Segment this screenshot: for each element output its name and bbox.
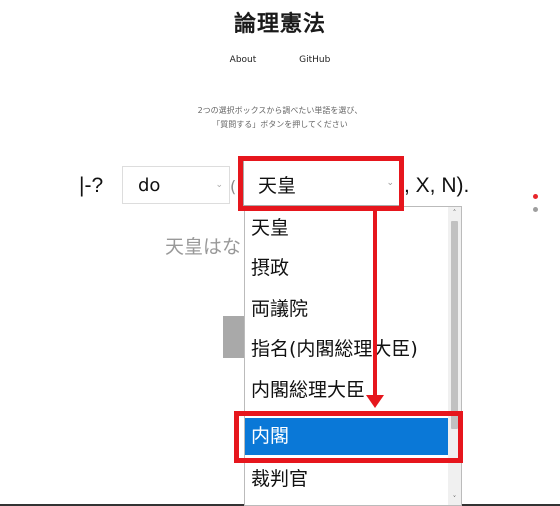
gray-dot-indicator: [533, 207, 538, 212]
dropdown-option[interactable]: 内閣総理大臣: [245, 372, 449, 409]
query-suffix: , X, N).: [404, 174, 470, 197]
result-text: 天皇はな: [165, 236, 242, 258]
site-title: 論理憲法: [233, 12, 326, 37]
highlight-box-option: [234, 411, 463, 463]
chevron-down-icon: ⌄: [215, 180, 223, 190]
red-dot-indicator: [533, 194, 538, 199]
highlight-box-select: [238, 156, 404, 211]
dropdown-option[interactable]: 天皇: [245, 210, 449, 247]
scroll-down-arrow-icon[interactable]: ˅: [448, 493, 461, 505]
scroll-up-arrow-icon[interactable]: ˄: [448, 207, 461, 219]
instructions-line-2: 「質問する」ボタンを押してください: [212, 120, 348, 129]
dropdown-option[interactable]: 指名(内閣総理大臣): [245, 331, 449, 368]
query-prefix: |-?: [79, 174, 104, 197]
annotation-arrow-shaft: [373, 211, 377, 395]
dropdown-option[interactable]: 両議院: [245, 291, 449, 328]
predicate-select-value: do: [138, 175, 161, 196]
nav-about-link[interactable]: About: [230, 55, 257, 65]
instructions: 2つの選択ボックスから調べたい単語を選び、 「質問する」ボタンを押してください: [0, 104, 560, 132]
instructions-line-1: 2つの選択ボックスから調べたい単語を選び、: [197, 106, 363, 115]
top-nav: About GitHub: [0, 55, 560, 65]
open-paren: (: [230, 177, 237, 196]
dropdown-option[interactable]: 摂政: [245, 250, 449, 287]
scrollbar-thumb[interactable]: [451, 221, 458, 429]
dropdown-option[interactable]: 裁判官: [245, 461, 449, 498]
nav-github-link[interactable]: GitHub: [299, 55, 330, 65]
predicate-select[interactable]: do ⌄: [122, 166, 230, 204]
arrow-down-icon: [366, 395, 384, 408]
